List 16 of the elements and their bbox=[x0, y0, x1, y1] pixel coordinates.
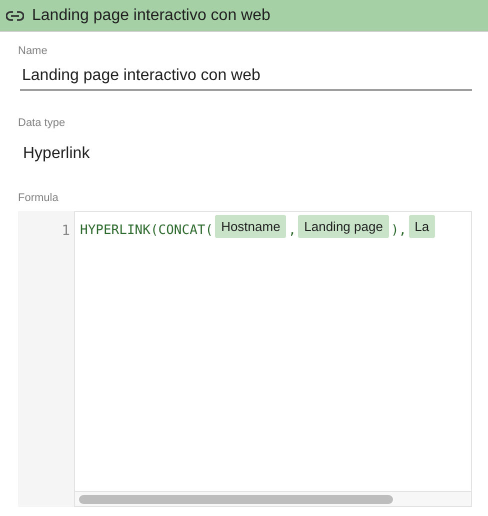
field-title: Landing page interactivo con web bbox=[32, 6, 270, 24]
formula-editor[interactable]: HYPERLINK(CONCAT( Hostname , Landing page ), La bbox=[74, 211, 472, 507]
field-label: Data type bbox=[18, 117, 66, 129]
field-chip[interactable]: La bbox=[408, 215, 436, 238]
field-label: Formula bbox=[18, 192, 58, 204]
name-input[interactable]: Landing page interactivo con web bbox=[20, 65, 472, 91]
field-chip[interactable]: Hostname bbox=[215, 215, 286, 238]
field-chip[interactable]: Landing page bbox=[298, 215, 389, 238]
formula-code: , bbox=[288, 223, 296, 238]
field-label: Name bbox=[18, 45, 48, 57]
line-number: 1 bbox=[62, 223, 70, 239]
data-type-value[interactable]: Hyperlink bbox=[23, 145, 90, 163]
formula-code: HYPERLINK(CONCAT( bbox=[80, 223, 214, 238]
scrollbar-thumb[interactable] bbox=[79, 494, 393, 504]
formula-code: ), bbox=[390, 223, 407, 238]
link-icon bbox=[6, 10, 24, 20]
